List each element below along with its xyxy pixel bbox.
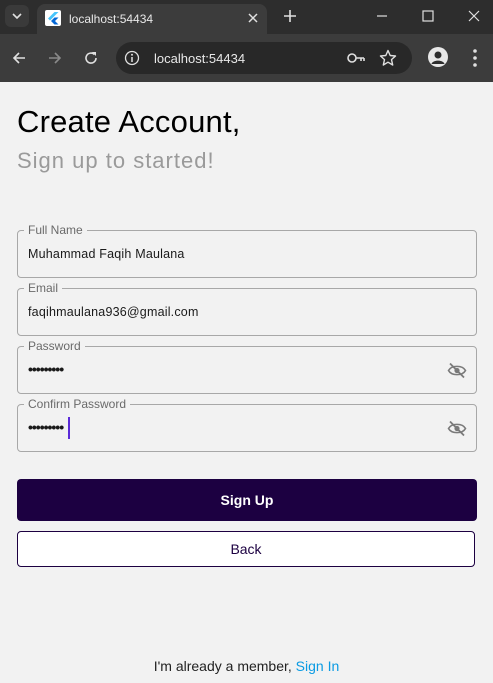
confirm-password-value[interactable]: ••••••••• (28, 419, 64, 435)
back-button-page[interactable]: Back (17, 531, 475, 567)
arrow-left-icon (12, 52, 25, 64)
new-tab-button[interactable] (280, 6, 300, 26)
browser-tab-bar: localhost:54434 (0, 0, 493, 34)
profile-button[interactable] (428, 47, 448, 67)
eye-off-icon[interactable] (447, 362, 467, 379)
email-field[interactable]: Email faqihmaulana936@gmail.com (17, 281, 477, 336)
email-label: Email (24, 281, 63, 295)
sign-up-button[interactable]: Sign Up (17, 479, 477, 521)
password-label: Password (24, 339, 85, 353)
minimize-button[interactable] (367, 4, 397, 28)
chevron-down-icon (12, 13, 22, 20)
flutter-icon (45, 10, 61, 26)
confirm-password-field[interactable]: Confirm Password ••••••••• (17, 397, 477, 452)
tab-close-button[interactable] (245, 10, 261, 26)
sign-in-link[interactable]: Sign In (296, 658, 340, 674)
reload-button[interactable] (79, 46, 103, 70)
key-icon[interactable] (346, 50, 366, 66)
maximize-button[interactable] (413, 4, 443, 28)
password-field[interactable]: Password ••••••••• (17, 339, 477, 394)
page-subtitle: Sign up to started! (17, 148, 215, 173)
tab-search-button[interactable] (5, 5, 29, 27)
tab-active[interactable]: localhost:54434 (37, 4, 267, 34)
full-name-label: Full Name (24, 223, 87, 237)
plus-icon (284, 10, 296, 22)
email-value[interactable]: faqihmaulana936@gmail.com (28, 305, 199, 319)
full-name-value[interactable]: Muhammad Faqih Maulana (28, 247, 185, 261)
info-icon[interactable] (124, 50, 140, 66)
full-name-field[interactable]: Full Name Muhammad Faqih Maulana (17, 223, 477, 278)
confirm-password-label: Confirm Password (24, 397, 131, 411)
maximize-icon (422, 10, 434, 22)
kebab-icon[interactable] (466, 48, 484, 68)
star-icon[interactable] (379, 49, 397, 67)
window-close-button[interactable] (459, 4, 489, 28)
back-button[interactable] (7, 46, 31, 70)
tab-title: localhost:54434 (69, 12, 154, 26)
person-icon (431, 51, 445, 64)
minimize-icon (377, 15, 387, 17)
arrow-right-icon (49, 52, 62, 64)
url-text[interactable]: localhost:54434 (154, 51, 245, 66)
reload-icon (85, 52, 97, 64)
page-title: Create Account, (17, 104, 241, 139)
eye-off-icon[interactable] (447, 420, 467, 437)
sign-in-prompt: I'm already a member, Sign In (0, 658, 493, 674)
browser-toolbar: localhost:54434 (0, 34, 493, 82)
forward-button[interactable] (43, 46, 67, 70)
address-bar[interactable]: localhost:54434 (116, 42, 412, 74)
password-value[interactable]: ••••••••• (28, 361, 64, 377)
sign-in-prompt-text: I'm already a member, (153, 658, 296, 674)
text-caret (68, 417, 70, 439)
close-icon (468, 10, 480, 22)
close-icon (248, 13, 258, 23)
